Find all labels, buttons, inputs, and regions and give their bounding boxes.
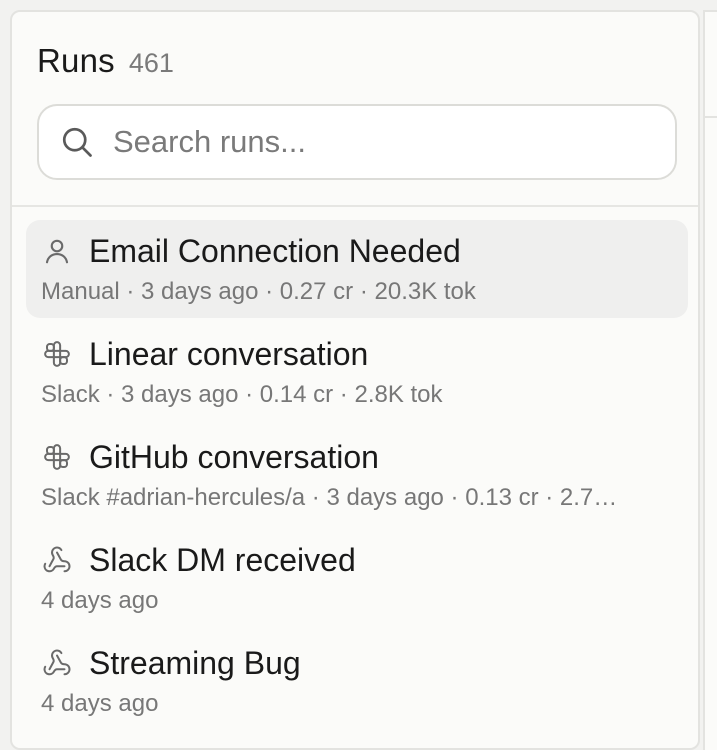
run-title: Linear conversation xyxy=(89,335,369,372)
search-input[interactable] xyxy=(111,123,655,161)
run-item[interactable]: Slack DM received 4 days ago xyxy=(26,529,688,627)
runs-title: Runs xyxy=(37,42,115,79)
adjacent-panel-edge xyxy=(703,10,717,750)
webhook-icon xyxy=(41,647,73,679)
runs-count: 461 xyxy=(128,48,174,78)
run-item[interactable]: Email Connection Needed Manual · 3 days … xyxy=(26,220,688,318)
run-item[interactable]: Linear conversation Slack · 3 days ago ·… xyxy=(26,323,688,421)
run-title: GitHub conversation xyxy=(89,438,379,475)
slack-icon xyxy=(41,338,73,370)
runs-header: Runs 461 xyxy=(37,42,174,80)
search-box[interactable] xyxy=(37,104,677,180)
run-item[interactable]: Streaming Bug 4 days ago xyxy=(26,632,688,730)
run-meta: Slack · 3 days ago · 0.14 cr · 2.8K tok xyxy=(41,381,443,408)
header-divider xyxy=(12,205,698,207)
run-title: Email Connection Needed xyxy=(89,232,461,269)
runs-list: Email Connection Needed Manual · 3 days … xyxy=(26,220,688,735)
runs-panel: Runs 461 Email Connection Needed Manual … xyxy=(10,10,700,750)
run-title: Slack DM received xyxy=(89,541,356,578)
run-meta: 4 days ago xyxy=(41,690,159,717)
run-meta: 4 days ago xyxy=(41,587,159,614)
adjacent-panel-divider xyxy=(705,116,717,118)
run-title: Streaming Bug xyxy=(89,644,301,681)
user-icon xyxy=(41,235,73,267)
webhook-icon xyxy=(41,544,73,576)
run-item[interactable]: GitHub conversation Slack #adrian-hercul… xyxy=(26,426,688,524)
run-meta: Slack #adrian-hercules/a · 3 days ago · … xyxy=(41,484,618,511)
search-icon xyxy=(62,127,92,157)
run-meta: Manual · 3 days ago · 0.27 cr · 20.3K to… xyxy=(41,278,476,305)
slack-icon xyxy=(41,441,73,473)
